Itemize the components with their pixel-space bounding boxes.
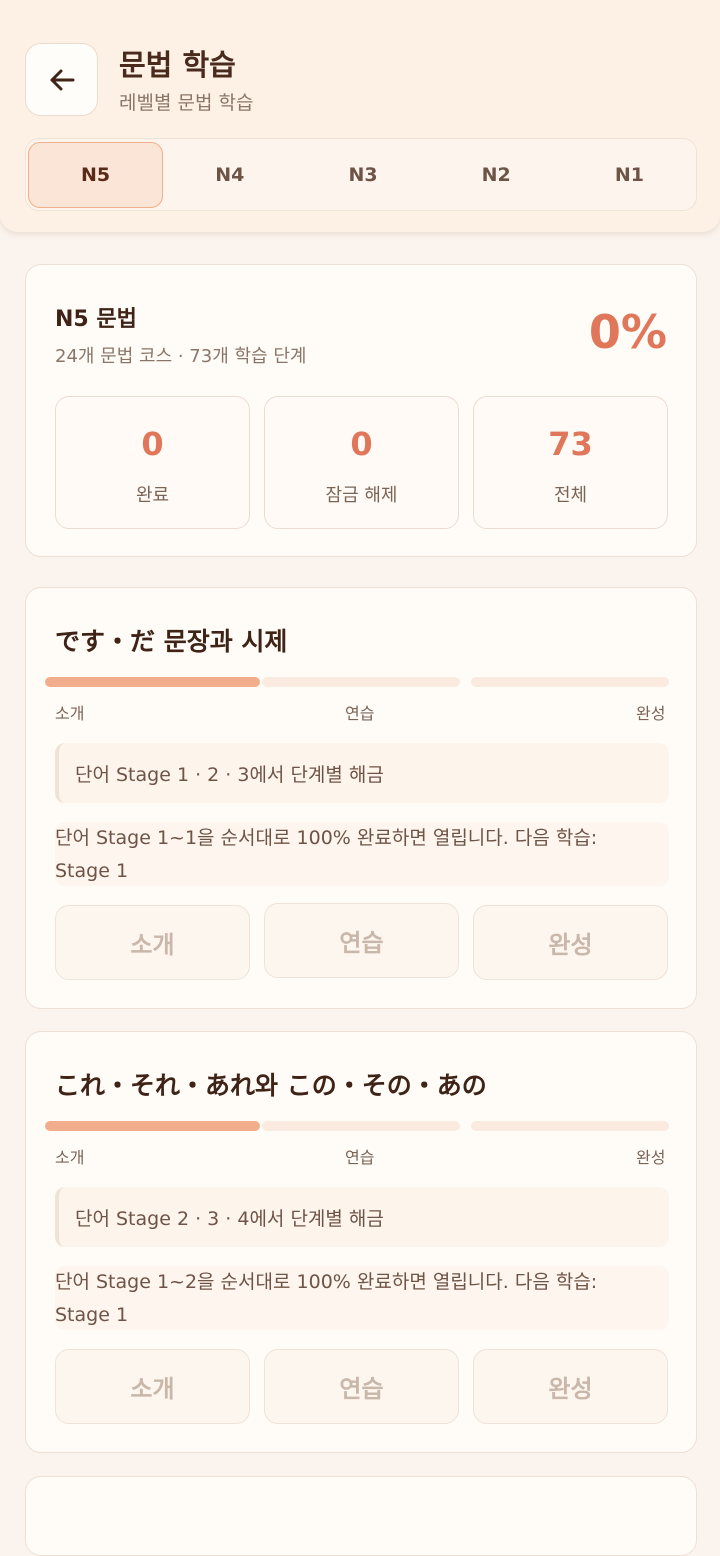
grammar-card: です・だ 문장과 시제 소개 연습 완성 단어 Stage 1 · 2 · 3에… [25,587,697,1009]
page-title: 문법 학습 [119,48,236,82]
stat-value: 0 [350,425,373,463]
page-header: 문법 학습 레벨별 문법 학습 N5 N4 N3 N2 N1 [0,0,720,232]
stage-progress-segment [471,1121,669,1131]
stage-label-intro: 소개 [55,1148,85,1167]
grammar-title: これ・それ・あれ와 この・その・あの [55,1071,487,1100]
page-subtitle: 레벨별 문법 학습 [119,92,254,114]
practice-button[interactable]: 연습 [264,1349,459,1424]
tab-n3[interactable]: N3 [296,142,429,208]
stat-completed: 0 완료 [55,396,250,529]
lock-message-line: 단어 Stage 1~2을 순서대로 100% 완료하면 열립니다. 다음 학습… [55,1271,598,1293]
stage-label-intro: 소개 [55,704,85,723]
summary-percent: 0% [588,305,667,359]
stage-label-practice: 연습 [345,1148,375,1167]
level-tabs: N5 N4 N3 N2 N1 [25,138,697,211]
stat-total: 73 전체 [473,396,668,529]
stage-progress-segment [45,1121,260,1131]
tab-n1[interactable]: N1 [563,142,696,208]
stage-label-complete: 완성 [636,704,666,723]
practice-button[interactable]: 연습 [264,903,459,978]
arrow-left-icon [50,69,74,90]
lock-message-line: 단어 Stage 1~1을 순서대로 100% 완료하면 열립니다. 다음 학습… [55,827,598,849]
summary-subtitle: 24개 문법 코스 · 73개 학습 단계 [55,346,307,367]
stat-label: 잠금 해제 [325,485,398,506]
lock-message-line: Stage 1 [55,1304,129,1326]
back-button[interactable] [25,43,98,116]
stat-value: 0 [141,425,164,463]
tab-n4[interactable]: N4 [163,142,296,208]
stage-progress-segment [262,677,460,687]
intro-button[interactable]: 소개 [55,1349,250,1424]
stat-unlocked: 0 잠금 해제 [264,396,459,529]
stage-progress-segment [471,677,669,687]
tab-n5[interactable]: N5 [28,141,164,208]
unlock-note: 단어 Stage 2 · 3 · 4에서 단계별 해금 [55,1187,669,1247]
grammar-card-partial [25,1476,697,1556]
summary-title: N5 문법 [55,307,137,332]
intro-button[interactable]: 소개 [55,905,250,980]
grammar-title: です・だ 문장과 시제 [55,627,288,656]
complete-button[interactable]: 완성 [473,1349,668,1424]
lock-message-line: Stage 1 [55,860,129,882]
stage-label-complete: 완성 [636,1148,666,1167]
lock-message: 단어 Stage 1~2을 순서대로 100% 완료하면 열립니다. 다음 학습… [55,1266,669,1330]
stage-progress-segment [45,677,260,687]
unlock-note: 단어 Stage 1 · 2 · 3에서 단계별 해금 [55,743,669,803]
grammar-card: これ・それ・あれ와 この・その・あの 소개 연습 완성 단어 Stage 2 ·… [25,1031,697,1453]
stat-label: 전체 [553,485,588,506]
stat-value: 73 [548,425,593,463]
tab-n2[interactable]: N2 [430,142,563,208]
stage-label-practice: 연습 [345,704,375,723]
summary-card: N5 문법 24개 문법 코스 · 73개 학습 단계 0% 0 완료 0 잠금… [25,264,697,557]
stage-progress-segment [262,1121,460,1131]
stat-label: 완료 [135,485,170,506]
complete-button[interactable]: 완성 [473,905,668,980]
lock-message: 단어 Stage 1~1을 순서대로 100% 완료하면 열립니다. 다음 학습… [55,822,669,886]
